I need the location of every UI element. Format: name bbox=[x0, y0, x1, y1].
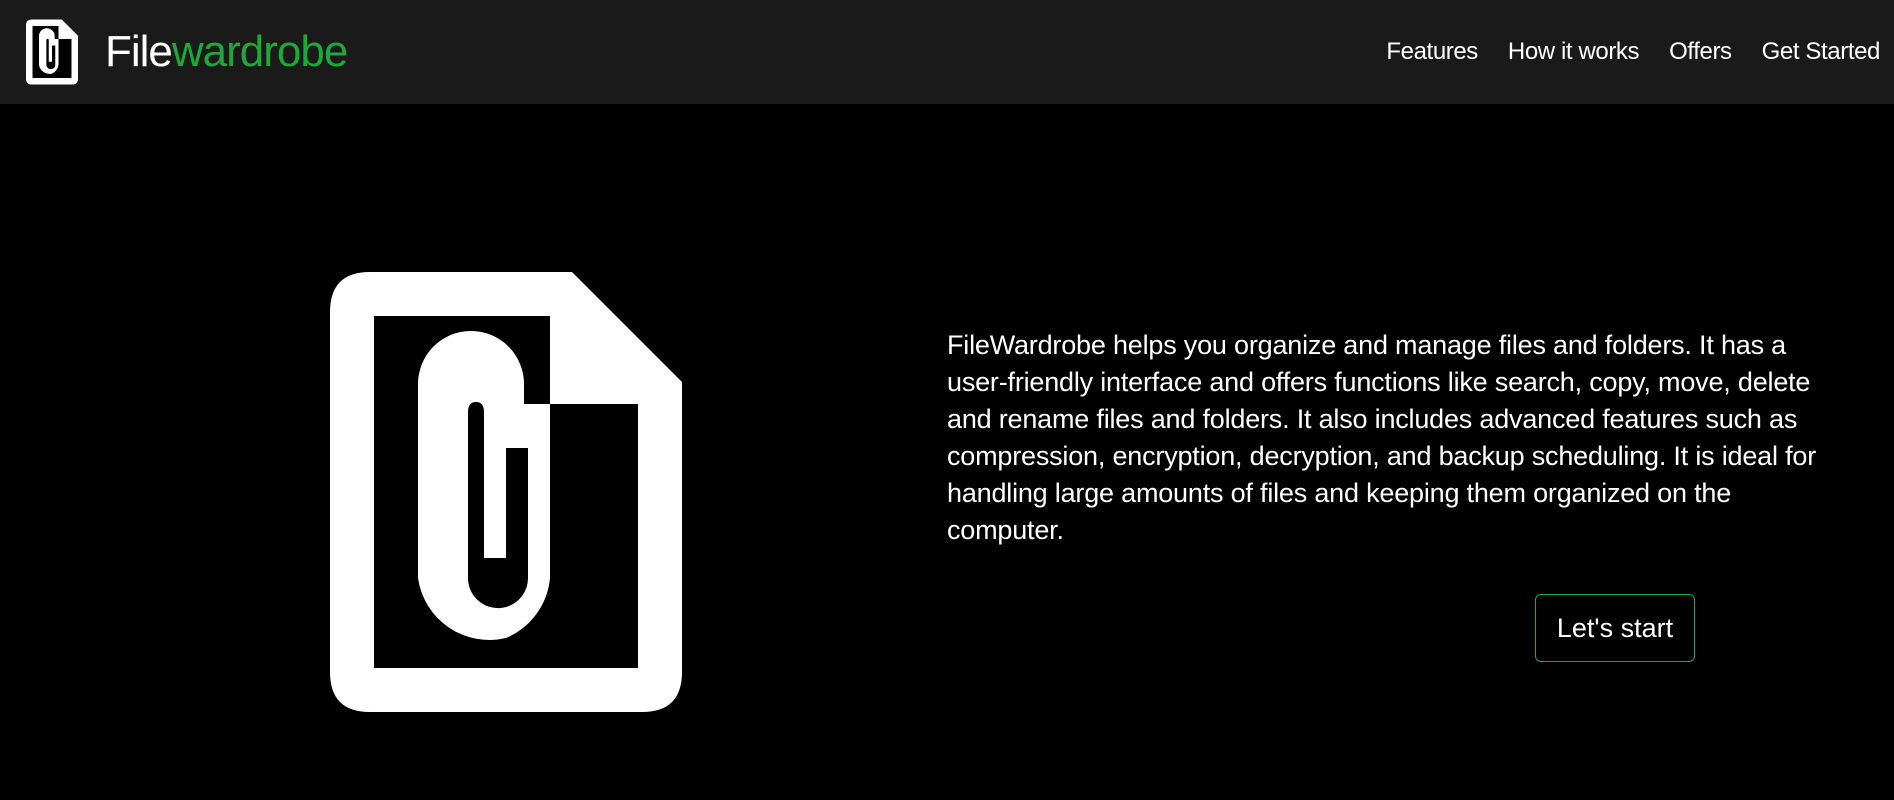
hero-description: FileWardrobe helps you organize and mana… bbox=[947, 330, 1816, 545]
nav-link-features[interactable]: Features bbox=[1386, 38, 1478, 66]
brand-name: Filewardrobe bbox=[105, 19, 348, 85]
paperclip-document-icon bbox=[26, 19, 78, 85]
lets-start-button[interactable]: Let's start bbox=[1535, 594, 1695, 662]
nav-link-offers[interactable]: Offers bbox=[1669, 38, 1732, 66]
brand-name-file: File bbox=[105, 27, 173, 76]
nav-link-how-it-works[interactable]: How it works bbox=[1508, 38, 1640, 66]
brand-name-wardrobe: wardrobe bbox=[171, 27, 348, 76]
main-nav: Features How it works Offers Get Started bbox=[1356, 0, 1880, 104]
brand-logo-link[interactable]: Filewardrobe bbox=[26, 19, 348, 85]
top-navbar: Filewardrobe Features How it works Offer… bbox=[0, 0, 1894, 104]
nav-link-get-started[interactable]: Get Started bbox=[1762, 38, 1881, 66]
paperclip-document-icon bbox=[330, 272, 682, 712]
